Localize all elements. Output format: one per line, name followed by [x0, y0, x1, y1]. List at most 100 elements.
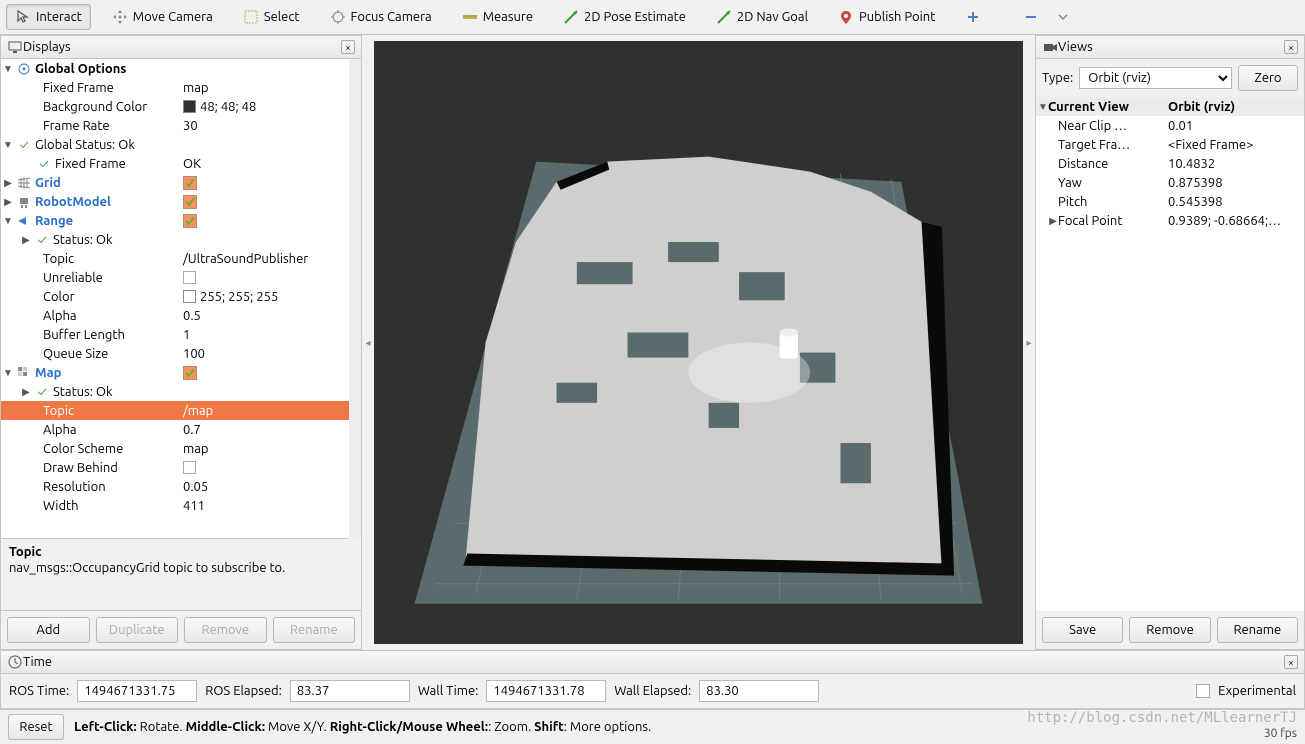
interact-label: Interact — [36, 10, 82, 24]
ros-elapsed-label: ROS Elapsed: — [205, 684, 282, 698]
add-button[interactable]: Add — [7, 617, 90, 643]
tree-row-range-status[interactable]: ▶✓Status: Ok — [1, 230, 349, 249]
robot-icon — [16, 194, 32, 210]
tree-row-range-buffer[interactable]: ▶Buffer Length 1 — [1, 325, 349, 344]
bg-color-swatch — [183, 100, 196, 113]
tree-row-gs-fixed-frame[interactable]: ✓Fixed Frame OK — [1, 154, 349, 173]
robotmodel-enabled-checkbox[interactable] — [183, 195, 197, 209]
displays-close-button[interactable]: × — [341, 40, 355, 54]
range-enabled-checkbox[interactable] — [183, 214, 197, 228]
unreliable-checkbox[interactable] — [183, 271, 196, 284]
move-camera-icon — [112, 9, 128, 25]
views-near-clip[interactable]: Near Clip … 0.01 — [1036, 116, 1304, 135]
measure-button[interactable]: Measure — [453, 4, 542, 30]
plus-icon — [965, 9, 981, 25]
map-icon — [16, 365, 32, 381]
publish-point-button[interactable]: Publish Point — [829, 4, 944, 30]
nav-goal-icon — [716, 9, 732, 25]
displays-tree[interactable]: ▼Global Options ▶Fixed Frame map ▶Backgr… — [1, 59, 349, 539]
views-button-row: Save Remove Rename — [1036, 611, 1304, 649]
measure-icon — [462, 9, 478, 25]
views-target-frame[interactable]: Target Fra… <Fixed Frame> — [1036, 135, 1304, 154]
remove-button[interactable]: Remove — [184, 617, 267, 643]
views-panel: Views × Type: Orbit (rviz) Zero ▼Current… — [1035, 35, 1305, 650]
tree-row-range[interactable]: ▼Range — [1, 211, 349, 230]
check-icon: ✓ — [16, 137, 32, 153]
tree-row-map-drawbehind[interactable]: ▶Draw Behind — [1, 458, 349, 477]
views-focal-point[interactable]: ▶Focal Point 0.9389; -0.68664;… — [1036, 211, 1304, 230]
tree-row-global-status[interactable]: ▼✓Global Status: Ok — [1, 135, 349, 154]
tree-row-robotmodel[interactable]: ▶RobotModel — [1, 192, 349, 211]
views-type-select[interactable]: Orbit (rviz) — [1079, 67, 1232, 89]
displays-panel: Displays × ▼Global Options ▶Fixed Frame … — [0, 35, 362, 650]
time-close-button[interactable]: × — [1284, 655, 1298, 669]
description-box: Topic nav_msgs::OccupancyGrid topic to s… — [1, 539, 361, 611]
chevron-down-icon — [1055, 9, 1071, 25]
pose-estimate-label: 2D Pose Estimate — [584, 10, 686, 24]
wall-elapsed-field[interactable] — [699, 680, 819, 702]
focus-camera-button[interactable]: Focus Camera — [321, 4, 441, 30]
tree-row-frame-rate[interactable]: ▶Frame Rate 30 — [1, 116, 349, 135]
zero-button[interactable]: Zero — [1238, 65, 1298, 91]
tree-row-map-colorscheme[interactable]: ▶Color Scheme map — [1, 439, 349, 458]
displays-scrollbar[interactable] — [349, 59, 361, 539]
tree-row-map-resolution[interactable]: ▶Resolution 0.05 — [1, 477, 349, 496]
pose-estimate-button[interactable]: 2D Pose Estimate — [554, 4, 695, 30]
duplicate-button[interactable]: Duplicate — [96, 617, 179, 643]
views-close-button[interactable]: × — [1284, 40, 1298, 54]
left-collapse-handle[interactable]: ◂ — [362, 35, 374, 650]
reset-button[interactable]: Reset — [8, 714, 64, 740]
watermark: http://blog.csdn.net/MLlearnerTJ — [1027, 710, 1297, 726]
toolbar-dropdown-button[interactable] — [1050, 6, 1076, 28]
tree-row-range-topic[interactable]: ▶Topic /UltraSoundPublisher — [1, 249, 349, 268]
minus-button[interactable] — [1014, 4, 1048, 30]
wall-time-field[interactable] — [486, 680, 606, 702]
nav-goal-label: 2D Nav Goal — [737, 10, 808, 24]
tree-row-grid[interactable]: ▶Grid — [1, 173, 349, 192]
grid-icon — [16, 175, 32, 191]
time-header: Time × — [1, 651, 1304, 674]
publish-point-icon — [838, 9, 854, 25]
grid-enabled-checkbox[interactable] — [183, 176, 197, 190]
tree-row-range-color[interactable]: ▶Color 255; 255; 255 — [1, 287, 349, 306]
right-collapse-handle[interactable]: ▸ — [1023, 35, 1035, 650]
tree-row-range-alpha[interactable]: ▶Alpha 0.5 — [1, 306, 349, 325]
fps-counter: 30 fps — [1264, 727, 1297, 740]
tree-row-map-width[interactable]: ▶Width 411 — [1, 496, 349, 515]
ros-time-label: ROS Time: — [9, 684, 69, 698]
tree-row-global-options[interactable]: ▼Global Options — [1, 59, 349, 78]
3d-viewport[interactable] — [374, 41, 1023, 644]
nav-goal-button[interactable]: 2D Nav Goal — [707, 4, 817, 30]
ros-time-field[interactable] — [77, 680, 197, 702]
tree-row-range-unreliable[interactable]: ▶Unreliable — [1, 268, 349, 287]
displays-button-row: Add Duplicate Remove Rename — [1, 611, 361, 649]
map-enabled-checkbox[interactable] — [183, 366, 197, 380]
displays-title: Displays — [23, 40, 341, 54]
views-rename-button[interactable]: Rename — [1217, 617, 1298, 643]
experimental-checkbox[interactable] — [1196, 684, 1210, 698]
views-tree[interactable]: ▼Current View Orbit (rviz) Near Clip … 0… — [1036, 97, 1304, 611]
views-save-button[interactable]: Save — [1042, 617, 1123, 643]
move-camera-button[interactable]: Move Camera — [103, 4, 222, 30]
rename-button[interactable]: Rename — [273, 617, 356, 643]
views-remove-button[interactable]: Remove — [1129, 617, 1210, 643]
interact-button[interactable]: Interact — [6, 4, 91, 30]
ros-elapsed-field[interactable] — [290, 680, 410, 702]
select-button[interactable]: Select — [234, 4, 309, 30]
views-yaw[interactable]: Yaw 0.875398 — [1036, 173, 1304, 192]
views-pitch[interactable]: Pitch 0.545398 — [1036, 192, 1304, 211]
tree-row-range-queue[interactable]: ▶Queue Size 100 — [1, 344, 349, 363]
drawbehind-checkbox[interactable] — [183, 461, 196, 474]
views-current-view[interactable]: ▼Current View Orbit (rviz) — [1036, 97, 1304, 116]
tree-row-map-topic[interactable]: ▶Topic /map — [1, 401, 349, 420]
tree-row-map[interactable]: ▼Map — [1, 363, 349, 382]
tree-row-fixed-frame[interactable]: ▶Fixed Frame map — [1, 78, 349, 97]
plus-button[interactable] — [956, 4, 990, 30]
time-row: ROS Time: ROS Elapsed: Wall Time: Wall E… — [1, 674, 1304, 708]
views-distance[interactable]: Distance 10.4832 — [1036, 154, 1304, 173]
tree-row-map-alpha[interactable]: ▶Alpha 0.7 — [1, 420, 349, 439]
wall-elapsed-label: Wall Elapsed: — [614, 684, 691, 698]
tree-row-map-status[interactable]: ▶✓Status: Ok — [1, 382, 349, 401]
tree-row-bg-color[interactable]: ▶Background Color 48; 48; 48 — [1, 97, 349, 116]
publish-point-label: Publish Point — [859, 10, 935, 24]
